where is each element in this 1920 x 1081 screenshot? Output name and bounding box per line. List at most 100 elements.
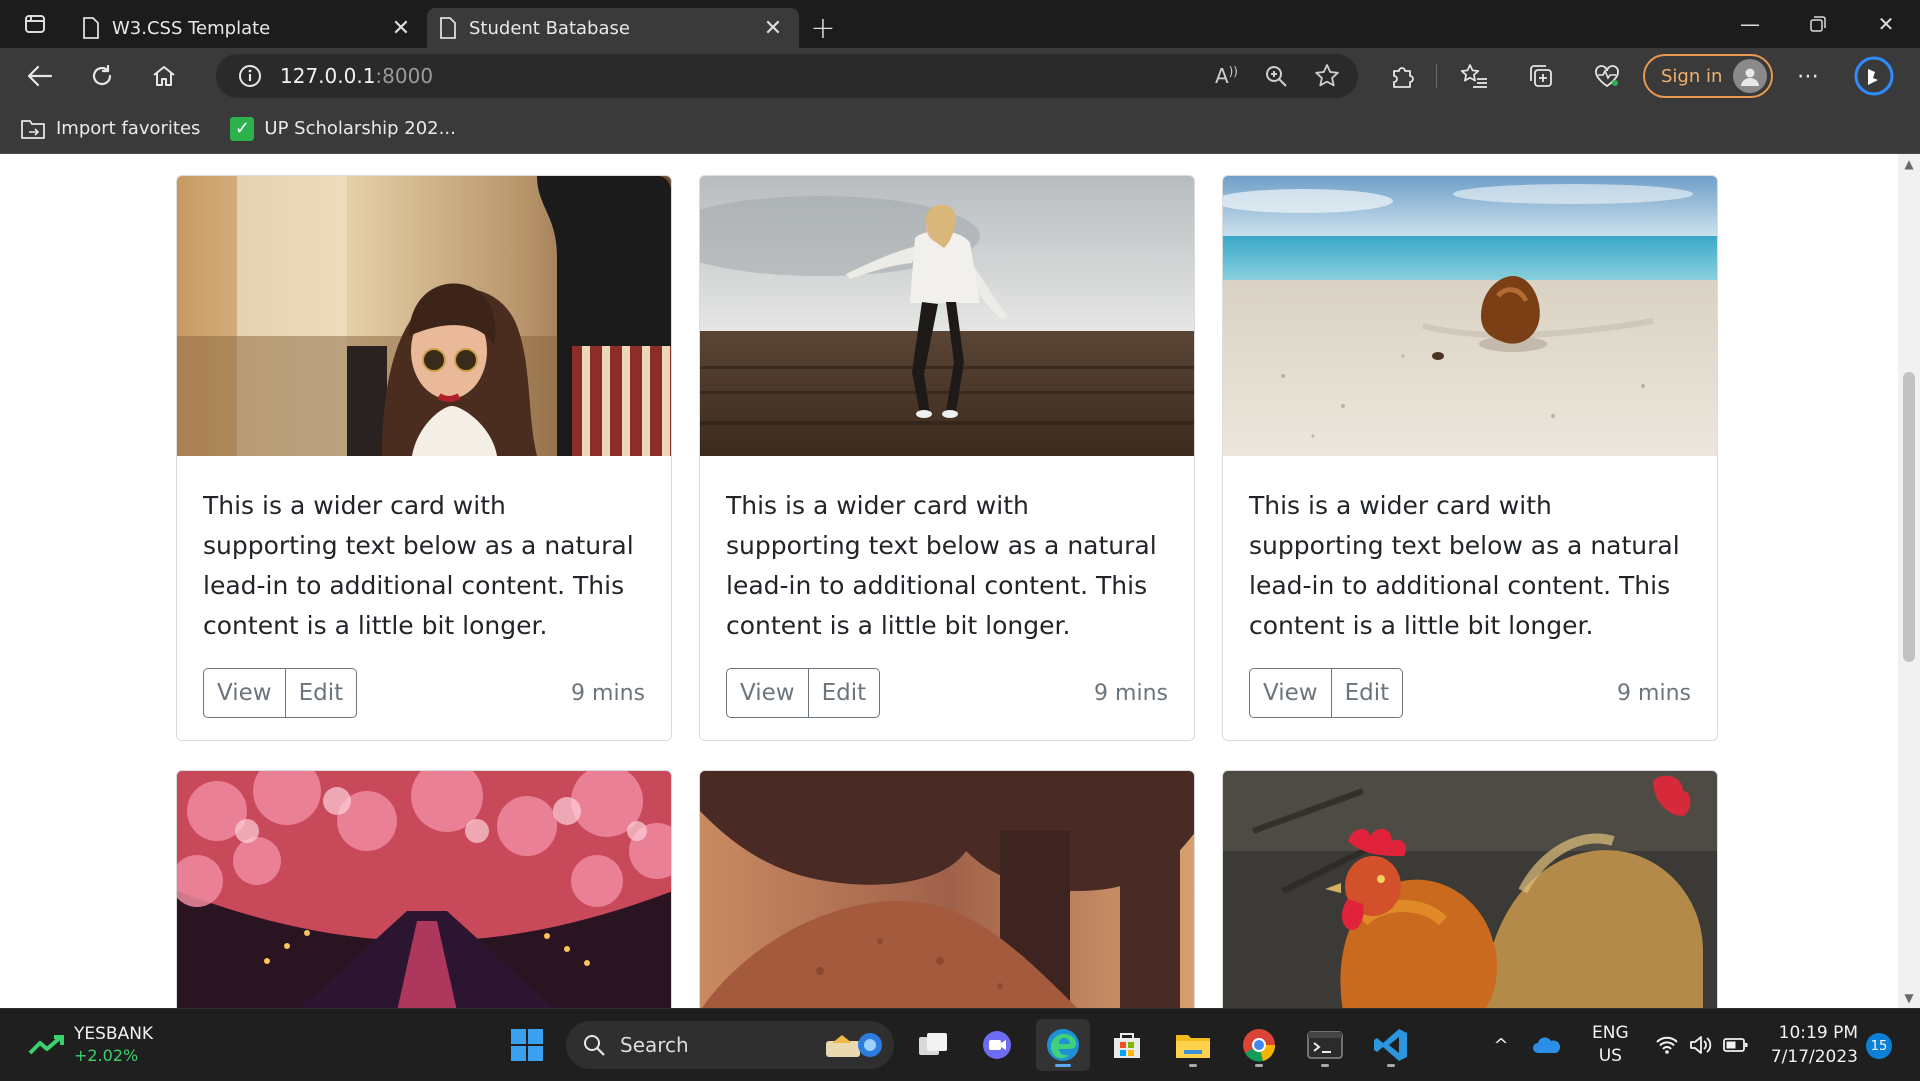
beach-coconut-photo (1223, 176, 1717, 456)
bing-copilot-button[interactable] (1850, 48, 1898, 104)
start-button[interactable] (500, 1019, 554, 1071)
favorite-star-icon[interactable] (1314, 63, 1340, 89)
favorites-bar: Import favorites ✓ UP Scholarship 202... (0, 104, 1920, 154)
back-arrow-icon (27, 65, 53, 87)
windows-taskbar: YESBANK +2.02% Search ^ ENG US 10:19 PM … (0, 1008, 1920, 1080)
edge-taskbar-button[interactable] (1036, 1019, 1090, 1071)
view-button[interactable]: View (203, 668, 286, 718)
edit-button[interactable]: Edit (808, 668, 881, 718)
wifi-icon[interactable] (1655, 1035, 1679, 1055)
scrollbar-thumb[interactable] (1903, 372, 1915, 662)
tab-w3css-template[interactable]: W3.CSS Template ✕ (70, 8, 427, 48)
microsoft-store-icon (1114, 1033, 1140, 1058)
refresh-icon (92, 64, 112, 86)
active-app-indicator (1055, 1064, 1071, 1067)
card-body: This is a wider card with supporting tex… (177, 456, 671, 646)
running-indicator (1387, 1064, 1395, 1067)
restore-icon[interactable] (1784, 0, 1852, 48)
search-icon (584, 1035, 605, 1056)
terminal-icon (1307, 1031, 1343, 1059)
address-actions: A)) (1215, 54, 1340, 98)
battery-icon[interactable] (1722, 1037, 1749, 1053)
site-info-icon[interactable] (226, 63, 274, 89)
favorite-import[interactable]: Import favorites (20, 117, 200, 141)
bing-icon (1854, 56, 1894, 96)
url-host: 127.0.0.1 (280, 64, 376, 88)
extensions-button[interactable] (1378, 48, 1426, 104)
page-icon (440, 17, 456, 39)
vscode-taskbar-button[interactable] (1364, 1019, 1418, 1071)
taskbar-search[interactable]: Search (566, 1021, 894, 1069)
woman-sunglasses-photo (177, 176, 671, 456)
refresh-button[interactable] (74, 54, 130, 98)
address-bar[interactable]: 127.0.0.1:8000 A)) (216, 54, 1358, 98)
language-indicator[interactable]: ENG US (1592, 1022, 1629, 1068)
scroll-down-arrow-icon[interactable]: ▼ (1898, 988, 1920, 1008)
sign-in-button[interactable]: Sign in (1643, 54, 1773, 98)
card (176, 770, 672, 1008)
system-tray: ^ ENG US (1486, 1009, 1749, 1081)
task-view-icon (919, 1033, 947, 1055)
read-aloud-icon[interactable]: A)) (1215, 64, 1238, 88)
profile-avatar-icon (1733, 59, 1767, 93)
card-text: This is a wider card with supporting tex… (726, 491, 1157, 640)
favorite-up-scholarship[interactable]: ✓ UP Scholarship 202... (230, 116, 456, 141)
chrome-taskbar-button[interactable] (1232, 1019, 1286, 1071)
terminal-taskbar-button[interactable] (1298, 1019, 1352, 1071)
card-time: 9 mins (1094, 680, 1168, 706)
settings-more-button[interactable]: ⋯ (1784, 48, 1832, 104)
edit-button[interactable]: Edit (1331, 668, 1404, 718)
url-port: :8000 (375, 64, 434, 88)
taskbar-clock[interactable]: 10:19 PM 7/17/2023 (1758, 1021, 1858, 1069)
card: This is a wider card with supporting tex… (699, 175, 1195, 741)
puzzle-icon (1393, 67, 1414, 88)
page-scrollbar[interactable]: ▲ ▼ (1898, 154, 1920, 1008)
close-tab-icon[interactable]: ✕ (387, 14, 415, 42)
view-button[interactable]: View (1249, 668, 1332, 718)
card-button-group: View Edit (203, 668, 358, 718)
task-view-button[interactable] (906, 1019, 960, 1071)
running-indicator (1321, 1064, 1329, 1067)
search-label: Search (620, 1033, 689, 1057)
edge-icon (1047, 1029, 1079, 1061)
zoom-icon[interactable] (1264, 64, 1288, 88)
card-body: This is a wider card with supporting tex… (700, 456, 1194, 646)
store-taskbar-button[interactable] (1100, 1019, 1154, 1071)
stock-widget[interactable]: YESBANK +2.02% (28, 1023, 153, 1067)
browser-essentials-button[interactable] (1583, 48, 1631, 104)
back-button[interactable] (12, 54, 68, 98)
scroll-up-arrow-icon[interactable]: ▲ (1898, 154, 1920, 174)
onedrive-cloud-icon[interactable] (1532, 1035, 1562, 1055)
woman-field-photo (700, 176, 1194, 456)
navigation-bar: 127.0.0.1:8000 A)) ⋯ (0, 48, 1920, 104)
favorite-label: Import favorites (56, 118, 201, 139)
tab-student-batabase[interactable]: Student Batabase ✕ (427, 8, 799, 48)
minimize-icon[interactable]: — (1716, 0, 1784, 48)
tab-strip: W3.CSS Template ✕ Student Batabase ✕ + —… (0, 0, 1920, 48)
sign-in-label: Sign in (1661, 65, 1723, 87)
vscode-icon (1374, 1029, 1407, 1061)
notification-badge[interactable]: 15 (1866, 1033, 1892, 1059)
favorites-button[interactable] (1450, 48, 1498, 104)
clock-date: 7/17/2023 (1770, 1047, 1858, 1067)
roosters-photo (1223, 771, 1717, 1008)
card: This is a wider card with supporting tex… (1222, 175, 1718, 741)
show-hidden-icons-chevron-icon[interactable]: ^ (1486, 1035, 1516, 1056)
close-tab-icon[interactable]: ✕ (759, 14, 787, 42)
view-button[interactable]: View (726, 668, 809, 718)
file-explorer-taskbar-button[interactable] (1166, 1019, 1220, 1071)
card: This is a wider card with supporting tex… (176, 175, 672, 741)
url-text[interactable]: 127.0.0.1:8000 (280, 64, 433, 88)
stock-trend-up-icon (28, 1035, 64, 1055)
teams-chat-button[interactable] (970, 1019, 1024, 1071)
tab-actions-button[interactable] (0, 0, 70, 48)
green-check-icon: ✓ (230, 116, 255, 141)
cherry-blossom-canal-photo (177, 771, 671, 1008)
home-button[interactable] (136, 54, 192, 98)
edit-button[interactable]: Edit (285, 668, 358, 718)
collections-button[interactable] (1517, 48, 1565, 104)
close-window-icon[interactable]: ✕ (1852, 0, 1920, 48)
card-button-group: View Edit (726, 668, 881, 718)
volume-icon[interactable] (1689, 1035, 1713, 1055)
new-tab-button[interactable]: + (799, 8, 847, 48)
